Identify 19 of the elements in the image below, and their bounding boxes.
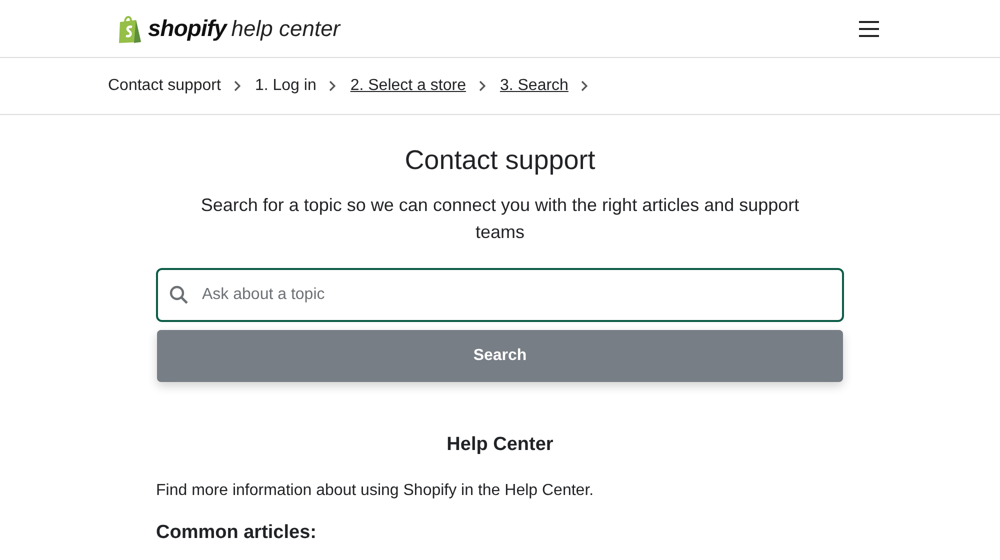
search-field[interactable]: Ask about a topic bbox=[156, 268, 844, 322]
search-button[interactable]: Search bbox=[157, 330, 843, 382]
breadcrumb-link[interactable]: 2. Select a store bbox=[350, 77, 466, 95]
breadcrumb-item: 1. Log in bbox=[254, 77, 316, 95]
chevron-right-icon bbox=[580, 80, 588, 92]
brand-name: shopify bbox=[148, 15, 226, 42]
page-subtitle: Search for a topic so we can connect you with the right articles and support teams bbox=[200, 194, 800, 244]
breadcrumb-link[interactable]: 3. Search bbox=[500, 77, 568, 95]
help-text: Find more information about using Shopify in the Help Center. bbox=[156, 482, 595, 500]
section-heading: Help Center bbox=[446, 434, 554, 456]
product-name: help center bbox=[231, 16, 340, 42]
search-icon bbox=[169, 285, 189, 305]
chevron-right-icon bbox=[478, 80, 486, 92]
chevron-right-icon bbox=[328, 80, 336, 92]
breadcrumb-item: Contact support bbox=[108, 77, 221, 95]
list-heading: Common articles: bbox=[156, 522, 318, 544]
page-title: Contact support bbox=[404, 145, 596, 176]
chevron-right-icon bbox=[232, 80, 241, 92]
shopping-bag-icon bbox=[117, 14, 143, 44]
